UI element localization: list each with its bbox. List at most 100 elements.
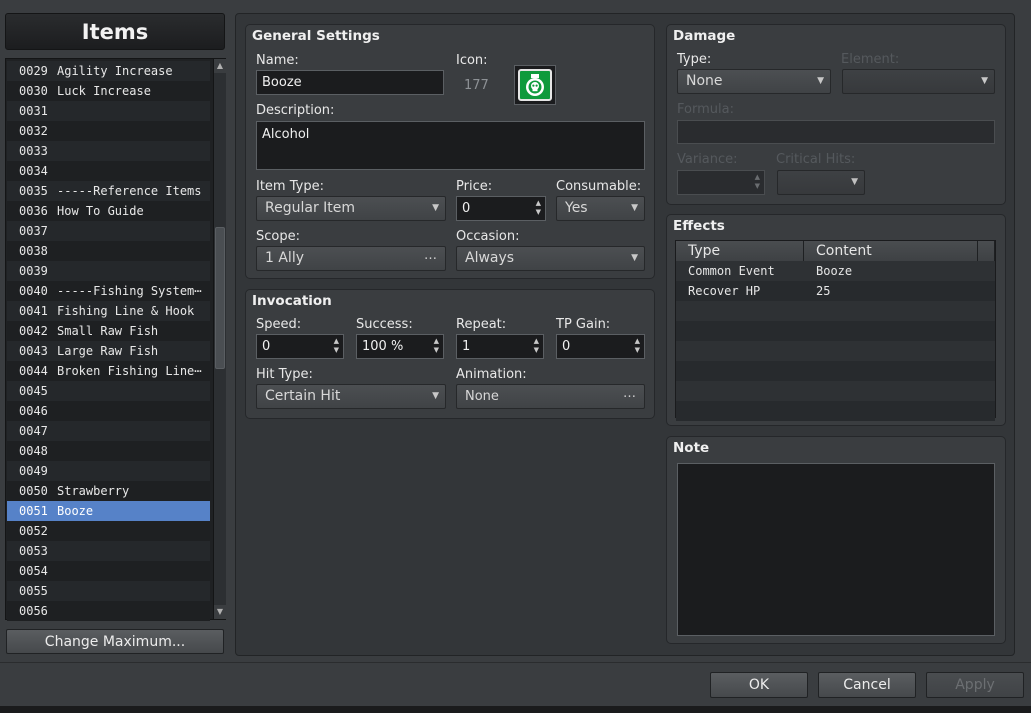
table-row[interactable]: Recover HP 25: [676, 281, 995, 301]
table-row[interactable]: [676, 401, 995, 421]
list-item[interactable]: 0032: [7, 121, 210, 141]
list-item[interactable]: 0056: [7, 601, 210, 621]
list-item[interactable]: 0039: [7, 261, 210, 281]
tp-gain-value: 0: [562, 339, 571, 354]
hit-type-select[interactable]: Certain Hit ▼: [256, 384, 446, 409]
list-item[interactable]: 0052: [7, 521, 210, 541]
item-id: 0051: [19, 504, 48, 518]
list-item[interactable]: 0054: [7, 561, 210, 581]
list-item[interactable]: 0040 -----Fishing System⋯: [7, 281, 210, 301]
spin-arrows-icon: ▲ ▼: [754, 173, 760, 190]
damage-group: Damage Type: None ▼ Element: ▼ Formula: …: [666, 24, 1006, 205]
item-id: 0031: [19, 104, 48, 118]
list-item[interactable]: 0035 -----Reference Items: [7, 181, 210, 201]
item-name: Agility Increase: [57, 64, 173, 78]
note-input[interactable]: [677, 463, 995, 636]
animation-select[interactable]: None …: [456, 384, 645, 409]
list-item[interactable]: 0047: [7, 421, 210, 441]
scroll-thumb[interactable]: [215, 227, 225, 369]
list-item[interactable]: 0031: [7, 101, 210, 121]
icon-picker[interactable]: [514, 65, 556, 105]
scroll-up-icon[interactable]: ▲: [214, 59, 226, 73]
list-item[interactable]: 0053: [7, 541, 210, 561]
ok-button[interactable]: OK: [710, 672, 808, 698]
hit-type-value: Certain Hit: [265, 388, 341, 404]
item-id: 0046: [19, 404, 48, 418]
repeat-stepper[interactable]: 1 ▲ ▼: [456, 334, 544, 359]
spin-arrows-icon[interactable]: ▲ ▼: [334, 337, 339, 355]
icon-index: 177: [464, 78, 489, 93]
item-id: 0049: [19, 464, 48, 478]
formula-label: Formula:: [677, 102, 734, 117]
list-item[interactable]: 0049: [7, 461, 210, 481]
change-maximum-button[interactable]: Change Maximum...: [6, 629, 224, 654]
table-row[interactable]: [676, 381, 995, 401]
effects-column-type[interactable]: Type: [676, 241, 804, 261]
list-item[interactable]: 0044 Broken Fishing Line⋯: [7, 361, 210, 381]
element-label: Element:: [841, 52, 900, 67]
occasion-select[interactable]: Always ▼: [456, 246, 645, 271]
critical-hits-label: Critical Hits:: [776, 152, 856, 167]
table-row[interactable]: [676, 321, 995, 341]
description-input[interactable]: Alcohol: [256, 121, 645, 170]
item-name: Booze: [57, 504, 94, 518]
list-item[interactable]: 0041 Fishing Line & Hook: [7, 301, 210, 321]
item-id: 0041: [19, 304, 48, 318]
list-item[interactable]: 0033: [7, 141, 210, 161]
scope-select[interactable]: 1 Ally …: [256, 246, 446, 271]
list-item[interactable]: 0036 How To Guide: [7, 201, 210, 221]
scroll-down-icon[interactable]: ▼: [214, 605, 226, 619]
damage-type-value: None: [686, 73, 723, 89]
list-item[interactable]: 0046: [7, 401, 210, 421]
list-item[interactable]: 0051 Booze: [7, 501, 210, 521]
item-name: -----Reference Items: [57, 184, 202, 198]
list-item[interactable]: 0038: [7, 241, 210, 261]
item-id: 0053: [19, 544, 48, 558]
table-row[interactable]: Common Event Booze: [676, 261, 995, 281]
cancel-button[interactable]: Cancel: [818, 672, 916, 698]
price-stepper[interactable]: 0 ▲ ▼: [456, 196, 546, 221]
spin-arrows-icon[interactable]: ▲ ▼: [536, 199, 541, 217]
spin-arrows-icon[interactable]: ▲ ▼: [534, 337, 539, 355]
item-id: 0056: [19, 604, 48, 618]
table-row[interactable]: [676, 341, 995, 361]
item-name: Luck Increase: [57, 84, 151, 98]
list-item[interactable]: 0037: [7, 221, 210, 241]
list-item[interactable]: 0055: [7, 581, 210, 601]
effects-column-content[interactable]: Content: [804, 241, 978, 261]
list-item[interactable]: 0043 Large Raw Fish: [7, 341, 210, 361]
item-type-select[interactable]: Regular Item ▼: [256, 196, 446, 221]
list-item[interactable]: 0042 Small Raw Fish: [7, 321, 210, 341]
price-label: Price:: [456, 179, 493, 194]
list-item[interactable]: 0030 Luck Increase: [7, 81, 210, 101]
speed-stepper[interactable]: 0 ▲ ▼: [256, 334, 344, 359]
name-input[interactable]: Booze: [256, 70, 444, 95]
table-row[interactable]: [676, 301, 995, 321]
item-id: 0039: [19, 264, 48, 278]
list-item[interactable]: 0029 Agility Increase: [7, 61, 210, 81]
success-stepper[interactable]: 100 % ▲ ▼: [356, 334, 444, 359]
item-id: 0040: [19, 284, 48, 298]
consumable-select[interactable]: Yes ▼: [556, 196, 645, 221]
item-id: 0047: [19, 424, 48, 438]
table-row[interactable]: [676, 361, 995, 381]
animation-value: None: [465, 389, 499, 404]
list-item[interactable]: 0050 Strawberry: [7, 481, 210, 501]
list-item[interactable]: 0048: [7, 441, 210, 461]
item-list[interactable]: 0029 Agility Increase 0030 Luck Increase 003…: [5, 58, 226, 621]
speed-label: Speed:: [256, 317, 302, 332]
damage-type-select[interactable]: None ▼: [677, 69, 831, 94]
damage-title: Damage: [673, 28, 736, 44]
list-item[interactable]: 0034: [7, 161, 210, 181]
tp-gain-stepper[interactable]: 0 ▲ ▼: [556, 334, 645, 359]
spin-arrows-icon[interactable]: ▲ ▼: [635, 337, 640, 355]
list-item[interactable]: 0045: [7, 381, 210, 401]
icon-label: Icon:: [456, 53, 488, 68]
effect-content-cell: 25: [816, 284, 831, 298]
spin-arrows-icon[interactable]: ▲ ▼: [434, 337, 439, 355]
item-id: 0035: [19, 184, 48, 198]
item-id: 0043: [19, 344, 48, 358]
effects-table[interactable]: Type Content Common Event Booze Recover HP…: [675, 240, 996, 421]
list-scrollbar[interactable]: ▲ ▼: [213, 59, 226, 619]
item-id: 0037: [19, 224, 48, 238]
